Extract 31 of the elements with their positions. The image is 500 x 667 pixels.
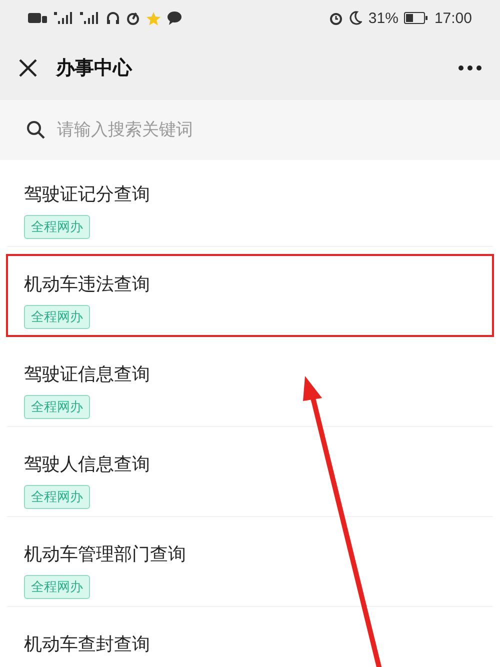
service-item[interactable]: 机动车管理部门查询 全程网办 — [6, 524, 494, 607]
service-title: 驾驶证信息查询 — [24, 363, 150, 386]
service-tag: 全程网办 — [24, 575, 90, 599]
service-item[interactable]: 机动车违法查询 全程网办 — [6, 254, 494, 337]
signal-icon — [80, 11, 100, 25]
close-icon — [18, 58, 38, 78]
headphones-icon — [106, 11, 120, 25]
service-title: 机动车查封查询 — [24, 633, 150, 656]
service-item[interactable]: 驾驶证记分查询 全程网办 — [6, 164, 494, 247]
search-field[interactable]: 请输入搜索关键词 — [0, 100, 500, 160]
service-item[interactable]: 机动车查封查询 — [6, 614, 494, 667]
signal-icon — [54, 11, 74, 25]
service-title: 驾驶人信息查询 — [24, 453, 150, 476]
chat-icon — [167, 11, 182, 25]
service-tag: 全程网办 — [24, 485, 90, 509]
search-icon — [26, 120, 46, 140]
service-item[interactable]: 驾驶人信息查询 全程网办 — [6, 434, 494, 517]
service-tag: 全程网办 — [24, 305, 90, 329]
service-tag: 全程网办 — [24, 395, 90, 419]
battery-percentage: 31% — [368, 10, 398, 26]
service-title: 驾驶证记分查询 — [24, 183, 150, 206]
moon-icon — [349, 11, 362, 25]
star-icon — [146, 10, 161, 26]
alarm-icon — [329, 11, 344, 25]
page-title: 办事中心 — [56, 56, 132, 81]
service-title: 机动车违法查询 — [24, 273, 150, 296]
service-tag: 全程网办 — [24, 215, 90, 239]
status-time: 17:00 — [434, 10, 472, 26]
more-icon — [458, 65, 482, 71]
battery-icon — [404, 12, 428, 24]
service-title: 机动车管理部门查询 — [24, 543, 186, 566]
